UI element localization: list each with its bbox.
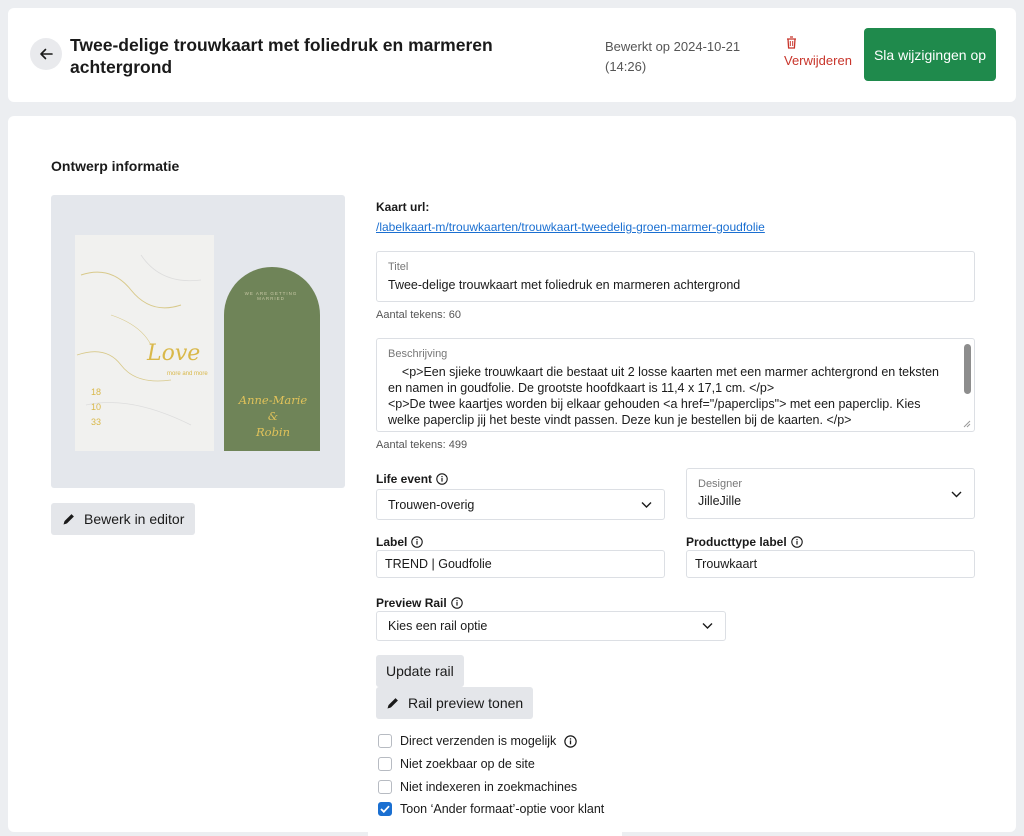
checkmark-icon (380, 805, 390, 813)
card-name-1: Anne-Marie (238, 393, 308, 407)
resize-handle-icon[interactable] (963, 420, 971, 428)
info-icon[interactable] (790, 536, 803, 548)
chevron-down-icon (951, 491, 962, 498)
design-info-panel: Ontwerp informatie Love more and more 18… (8, 116, 1016, 832)
bottom-panel-edge (368, 828, 622, 836)
info-icon[interactable] (450, 597, 463, 609)
description-field[interactable]: Beschrijving <p>Een sjieke trouwkaart di… (376, 338, 975, 432)
title-char-counter: Aantal tekens: 60 (376, 309, 462, 321)
checkbox-other-format[interactable]: Toon ‘Ander formaat’-optie voor klant (378, 802, 604, 816)
checkbox[interactable] (378, 757, 392, 771)
card-url-link[interactable]: /labelkaart-m/trouwkaarten/trouwkaart-tw… (376, 220, 765, 234)
chevron-down-icon (641, 501, 652, 508)
producttype-label: Producttype label (686, 535, 803, 549)
checkbox-direct-shipping[interactable]: Direct verzenden is mogelijk (378, 734, 578, 748)
info-icon[interactable] (564, 734, 578, 748)
pencil-icon (63, 514, 74, 525)
life-event-value: Trouwen-overig (388, 497, 475, 512)
edit-in-editor-button[interactable]: Bewerk in editor (51, 503, 196, 535)
title-field-value: Twee-delige trouwkaart met foliedruk en … (388, 278, 741, 292)
back-button[interactable] (30, 38, 62, 70)
title-field[interactable]: Titel Twee-delige trouwkaart met foliedr… (376, 251, 975, 302)
url-label: Kaart url: (376, 200, 430, 214)
save-button[interactable]: Sla wijzigingen op (864, 28, 996, 81)
preview-rail-select[interactable]: Kies een rail optie (376, 611, 726, 641)
designer-value: JilleJille (698, 494, 742, 508)
card-date-month: 10 (91, 402, 102, 412)
card-ampersand: & (267, 409, 279, 423)
designer-select[interactable]: Designer JilleJille (686, 468, 975, 519)
trash-icon (787, 36, 796, 49)
life-event-label-text: Life event (376, 472, 433, 486)
card-arc-text: WE ARE GETTING MARRIED (244, 291, 298, 301)
checkbox-checked[interactable] (378, 802, 392, 816)
card-date: 18 10 33 (91, 385, 101, 430)
description-char-counter: Aantal tekens: 499 (376, 439, 468, 451)
producttype-label-text: Producttype label (686, 535, 787, 549)
designer-label: Designer (698, 478, 743, 490)
description-field-value: <p>Een sjieke trouwkaart die bestaat uit… (388, 365, 940, 427)
checkbox[interactable] (378, 734, 392, 748)
arrow-left-icon (40, 48, 53, 60)
card-name-2: Robin (255, 425, 291, 439)
checkbox-not-searchable[interactable]: Niet zoekbaar op de site (378, 757, 535, 771)
life-event-label: Life event (376, 472, 448, 486)
info-icon[interactable] (436, 473, 448, 485)
title-field-label: Titel (388, 261, 409, 273)
delete-label: Verwijderen (784, 53, 852, 68)
checkbox-label: Niet zoekbaar op de site (400, 757, 535, 771)
page-title: Twee-delige trouwkaart met foliedruk en … (70, 35, 493, 77)
label-input[interactable]: TREND | Goudfolie (376, 550, 665, 578)
chevron-down-icon (702, 623, 713, 629)
card-love-text: Love (147, 341, 201, 366)
checkbox-no-index[interactable]: Niet indexeren in zoekmachines (378, 780, 577, 794)
info-icon[interactable] (411, 536, 424, 548)
description-scrollbar[interactable] (964, 344, 971, 394)
label-field-label: Label (376, 535, 424, 549)
checkbox-label: Direct verzenden is mogelijk (400, 734, 557, 748)
delete-button[interactable]: Verwijderen (784, 36, 854, 68)
edited-timestamp: Bewerkt op 2024-10-21 (14:26) (605, 39, 741, 74)
checkbox[interactable] (378, 780, 392, 794)
label-field-label-text: Label (376, 535, 408, 549)
preview-rail-label-text: Preview Rail (376, 596, 447, 610)
update-rail-label: Update rail (386, 663, 454, 679)
section-title: Ontwerp informatie (51, 158, 180, 174)
life-event-select[interactable]: Trouwen-overig (376, 489, 665, 520)
checkbox-label: Niet indexeren in zoekmachines (400, 780, 578, 794)
card-small-text: more and more (167, 371, 208, 377)
preview-rail-label: Preview Rail (376, 596, 463, 610)
description-field-label: Beschrijving (388, 348, 448, 360)
card-date-day: 18 (91, 387, 102, 397)
edit-in-editor-label: Bewerk in editor (84, 511, 185, 527)
pencil-icon (387, 698, 398, 709)
producttype-input[interactable]: Trouwkaart (686, 550, 975, 578)
card-names: Anne-Marie & Robin (227, 392, 319, 440)
rail-preview-button[interactable]: Rail preview tonen (376, 687, 534, 719)
design-preview-image: Love more and more 18 10 33 WE ARE GETTI… (51, 195, 345, 488)
preview-rail-value: Kies een rail optie (388, 619, 488, 633)
checkbox-label: Toon ‘Ander formaat’-optie voor klant (400, 802, 605, 816)
update-rail-button[interactable]: Update rail (376, 655, 464, 687)
card-date-year: 33 (91, 417, 102, 427)
rail-preview-label: Rail preview tonen (408, 695, 524, 711)
page-header: Twee-delige trouwkaart met foliedruk en … (8, 8, 1016, 102)
